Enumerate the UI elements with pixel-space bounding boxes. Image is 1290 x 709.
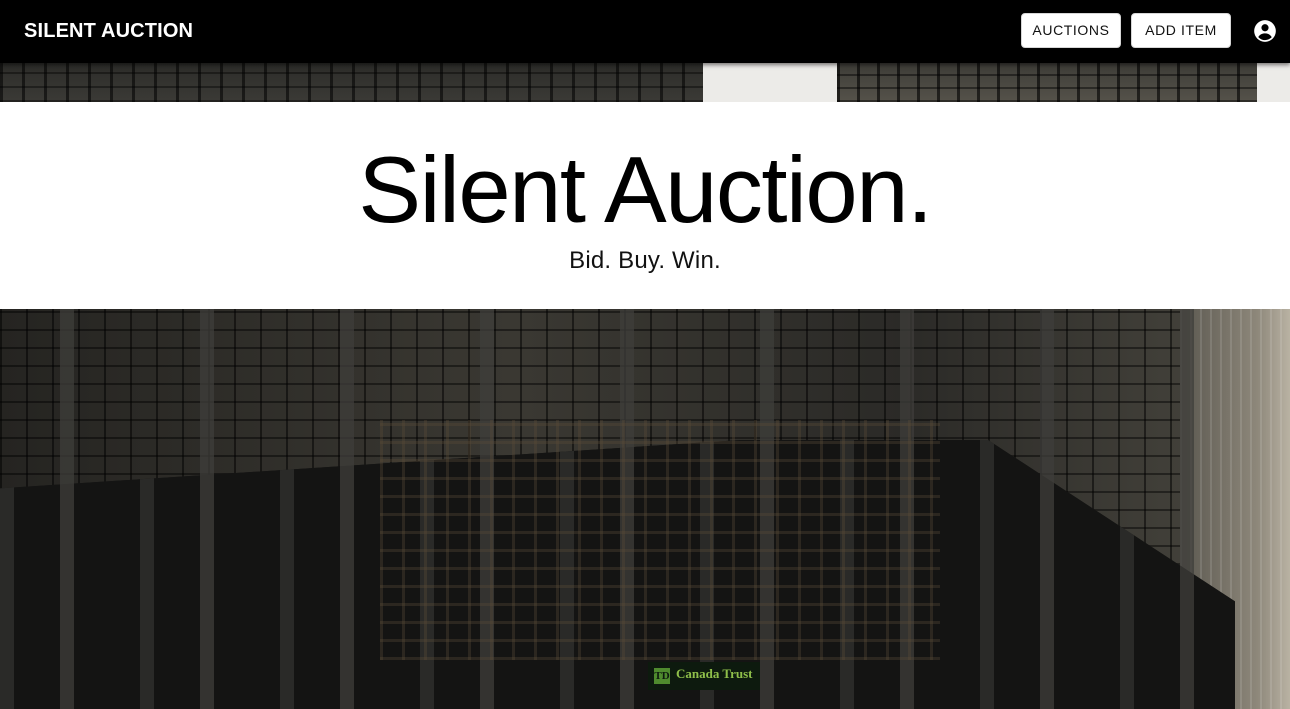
add-item-button[interactable]: ADD ITEM: [1131, 13, 1231, 48]
page: TD Canada Trust SILENT AUCTION AUCTIONS …: [0, 0, 1290, 709]
bank-logo-icon: TD: [654, 668, 670, 684]
account-circle-glyph: [1254, 20, 1276, 42]
app-bar: SILENT AUCTION AUCTIONS ADD ITEM: [0, 0, 1290, 63]
auctions-button[interactable]: AUCTIONS: [1021, 13, 1121, 48]
tower-left: [0, 63, 703, 102]
bank-sign-text: Canada Trust: [676, 666, 753, 681]
hero-title: Silent Auction.: [358, 137, 933, 242]
pavilion-ceiling: [380, 420, 940, 660]
hero-subtitle: Bid. Buy. Win.: [569, 247, 721, 274]
account-circle-icon[interactable]: [1252, 18, 1278, 44]
brand-title[interactable]: SILENT AUCTION: [24, 19, 193, 43]
bank-sign: TD Canada Trust: [648, 662, 760, 690]
hero-band: Silent Auction. Bid. Buy. Win.: [0, 102, 1290, 309]
tower-right: [837, 63, 1257, 102]
